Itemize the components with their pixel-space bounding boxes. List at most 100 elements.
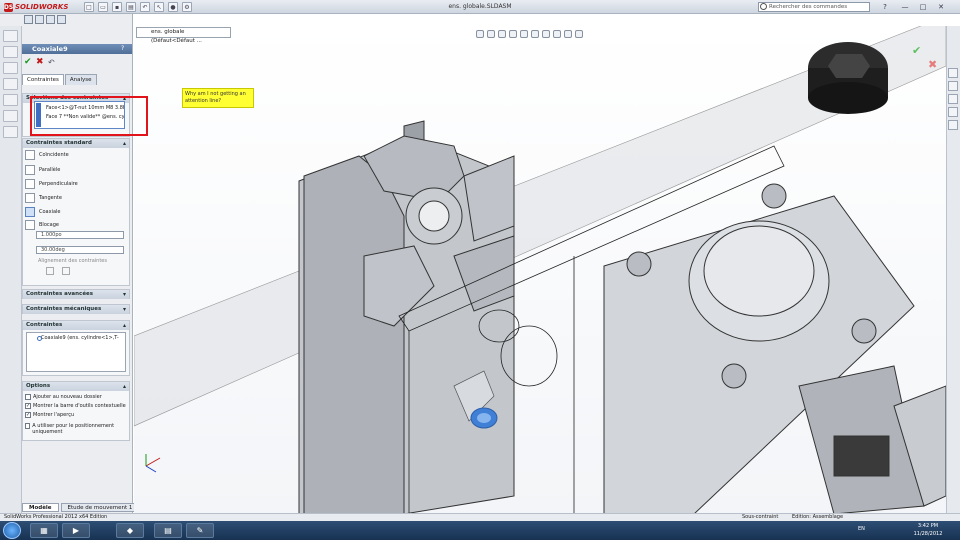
mate-concentric[interactable]: Coaxiale [25, 206, 61, 218]
option-positioning-only[interactable]: A utiliser pour le positionnement unique… [25, 423, 125, 435]
print-icon[interactable]: ▤ [126, 2, 136, 12]
file-explorer-icon[interactable] [948, 94, 958, 104]
display-style-icon[interactable] [531, 30, 539, 38]
scene-icon[interactable] [564, 30, 572, 38]
tab-analysis[interactable]: Analyse [64, 74, 97, 85]
maximize-button[interactable]: □ [918, 2, 928, 12]
mate-tool-icon[interactable] [3, 62, 18, 74]
checkbox[interactable]: ✓ [25, 412, 31, 418]
ok-icon[interactable]: ✔ [24, 58, 33, 67]
angle-input[interactable]: 30.00deg [36, 246, 124, 254]
property-manager-icon[interactable] [35, 15, 44, 24]
close-button[interactable]: ✕ [936, 2, 946, 12]
help-button[interactable]: ? [880, 2, 890, 12]
previous-view-icon[interactable] [498, 30, 506, 38]
mechanical-mates-header[interactable]: Contraintes mécaniques ▾ [23, 305, 129, 314]
list-item[interactable]: Coaxiale9 (ens. cylindre<1>,T- [41, 335, 125, 341]
section-view-icon[interactable] [509, 30, 517, 38]
appearances-icon[interactable] [948, 120, 958, 130]
mate-label: Tangente [39, 195, 62, 201]
open-icon[interactable]: ▭ [98, 2, 108, 12]
mate-coincident[interactable]: Coïncidente [25, 149, 69, 161]
save-icon[interactable]: ▪ [112, 2, 122, 12]
hide-items-icon[interactable] [542, 30, 550, 38]
insert-component-icon[interactable] [3, 46, 18, 58]
tab-motion-study[interactable]: Etude de mouvement 1 [60, 502, 140, 512]
resources-icon[interactable] [948, 68, 958, 78]
collapse-icon[interactable]: ▴ [123, 139, 126, 148]
checkbox[interactable]: ✓ [25, 403, 31, 409]
solidworks-taskbar-icon[interactable]: ◆ [116, 523, 144, 538]
explorer-icon[interactable]: ▦ [30, 523, 58, 538]
tab-mates[interactable]: Contraintes [22, 74, 64, 85]
undo-icon[interactable]: ↶ [140, 2, 150, 12]
zoom-to-fit-icon[interactable] [476, 30, 484, 38]
checkbox[interactable] [25, 423, 31, 429]
options-header[interactable]: Options ▴ [23, 382, 129, 391]
display-manager-icon[interactable] [57, 15, 66, 24]
mechanical-mates-group[interactable]: Contraintes mécaniques ▾ [22, 304, 130, 314]
media-icon[interactable]: ▶ [62, 523, 90, 538]
undo-mate-icon[interactable]: ↶ [48, 58, 57, 67]
clock[interactable]: 3:42 PM 11/28/2012 [908, 522, 948, 539]
option-label: Montrer l'aperçu [33, 412, 75, 418]
design-library-icon[interactable] [948, 81, 958, 91]
search-input[interactable]: Rechercher des commandes [758, 2, 870, 12]
annotation-note: Why am I not getting an attention line? [182, 88, 254, 108]
model-geometry[interactable] [134, 26, 946, 514]
tool-icon[interactable]: ✎ [186, 523, 214, 538]
move-component-icon[interactable] [3, 78, 18, 90]
option-add-to-folder[interactable]: Ajouter au nouveau dossier [25, 394, 102, 400]
clock-date: 11/28/2012 [913, 531, 943, 537]
hide-show-icon[interactable] [3, 94, 18, 106]
new-document-icon[interactable]: □ [84, 2, 94, 12]
assembly-tool-icon[interactable] [3, 30, 18, 42]
options-icon[interactable]: ⚙ [182, 2, 192, 12]
minimize-button[interactable]: — [900, 2, 910, 12]
standard-mates-header[interactable]: Contraintes standard ▴ [23, 139, 129, 148]
checkbox[interactable] [25, 394, 31, 400]
coincident-icon [25, 150, 35, 160]
tangent-icon [25, 193, 35, 203]
mates-header[interactable]: Contraintes ▴ [23, 321, 129, 330]
distance-input[interactable]: 1.000po [36, 231, 124, 239]
confirm-corner-cancel-icon[interactable]: ✖ [928, 58, 937, 71]
mate-lock[interactable]: Blocage [25, 219, 59, 231]
view-settings-icon[interactable] [575, 30, 583, 38]
advanced-mates-header[interactable]: Contraintes avancées ▾ [23, 290, 129, 299]
tab-model[interactable]: Modèle [22, 502, 59, 512]
property-tabs: Contraintes Analyse [22, 74, 132, 85]
view-palette-icon[interactable] [948, 107, 958, 117]
advanced-mates-group[interactable]: Contraintes avancées ▾ [22, 289, 130, 299]
mate-parallel[interactable]: Parallèle [25, 164, 60, 176]
smart-fasteners-icon[interactable] [3, 110, 18, 122]
start-button[interactable] [3, 522, 21, 539]
exploded-view-icon[interactable] [3, 126, 18, 138]
zoom-area-icon[interactable] [487, 30, 495, 38]
rebuild-icon[interactable]: ● [168, 2, 178, 12]
language-indicator[interactable]: EN [858, 526, 865, 532]
select-icon[interactable]: ↖ [154, 2, 164, 12]
aligned-icon[interactable] [46, 267, 54, 275]
view-orientation-icon[interactable] [520, 30, 528, 38]
collapse-icon[interactable]: ▴ [123, 321, 126, 330]
option-context-toolbar[interactable]: ✓ Montrer la barre d'outils contextuelle [25, 403, 126, 409]
mate-tangent[interactable]: Tangente [25, 192, 62, 204]
document-icon[interactable]: ▤ [154, 523, 182, 538]
expand-icon[interactable]: ▾ [123, 305, 126, 314]
collapse-icon[interactable]: ▴ [123, 382, 126, 391]
solidworks-logo[interactable]: DS SOLIDWORKS [4, 2, 68, 12]
expand-icon[interactable]: ▾ [123, 290, 126, 299]
mate-perpendicular[interactable]: Perpendiculaire [25, 178, 78, 190]
configuration-manager-icon[interactable] [46, 15, 55, 24]
cancel-icon[interactable]: ✖ [36, 58, 45, 67]
heads-up-toolbar [476, 30, 616, 40]
mates-list[interactable]: Coaxiale9 (ens. cylindre<1>,T- [26, 332, 126, 372]
anti-aligned-icon[interactable] [62, 267, 70, 275]
feature-manager-icon[interactable] [24, 15, 33, 24]
property-manager-help[interactable]: ? [121, 44, 124, 54]
confirm-corner-ok-icon[interactable]: ✔ [912, 44, 921, 57]
appearance-icon[interactable] [553, 30, 561, 38]
option-preview[interactable]: ✓ Montrer l'aperçu [25, 412, 74, 418]
document-tab[interactable]: ens. globale (Défaut<Défaut ... [136, 27, 231, 44]
